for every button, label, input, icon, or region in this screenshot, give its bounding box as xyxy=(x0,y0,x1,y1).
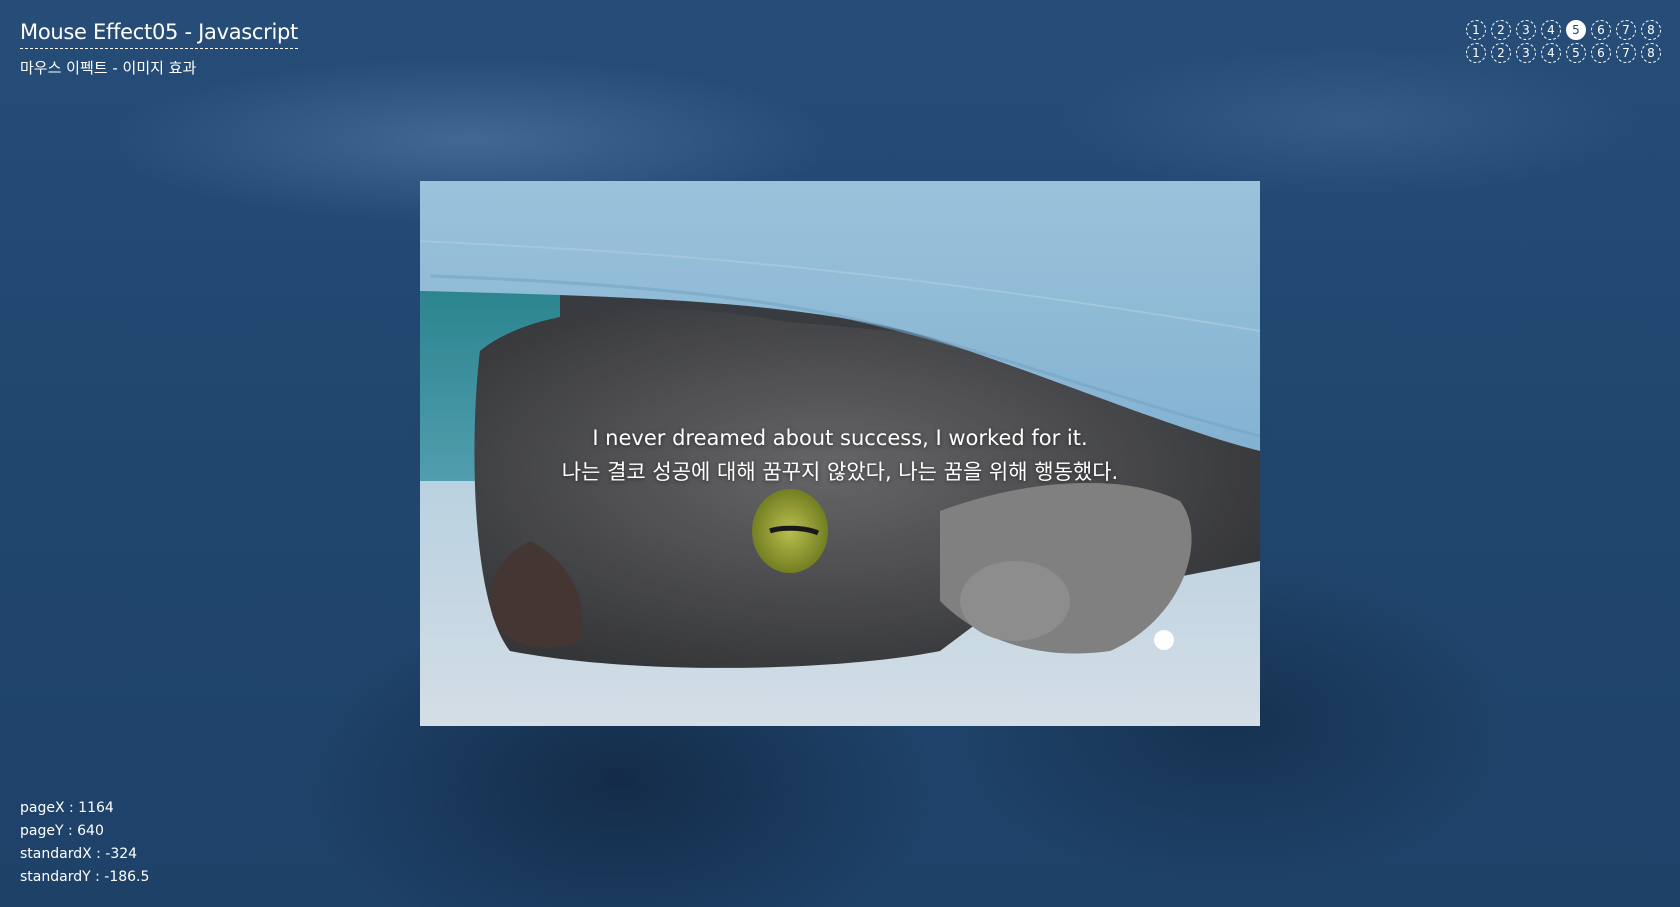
page-link-6[interactable]: 6 xyxy=(1591,43,1611,63)
pagination-row-2: 1 2 3 4 5 6 7 8 xyxy=(1466,43,1661,63)
page-link-1[interactable]: 1 xyxy=(1466,43,1486,63)
page-link-8[interactable]: 8 xyxy=(1641,20,1661,40)
quote-korean: 나는 결코 성공에 대해 꿈꾸지 않았다, 나는 꿈을 위해 행동했다. xyxy=(561,460,1119,484)
mouse-cursor-circle xyxy=(1154,630,1174,650)
header: Mouse Effect05 - Javascript 마우스 이펙트 - 이미… xyxy=(20,20,298,78)
page-link-3[interactable]: 3 xyxy=(1516,20,1536,40)
quote-english: I never dreamed about success, I worked … xyxy=(592,426,1088,450)
image-card[interactable]: I never dreamed about success, I worked … xyxy=(420,181,1260,726)
page-link-3[interactable]: 3 xyxy=(1516,43,1536,63)
page-link-1[interactable]: 1 xyxy=(1466,20,1486,40)
page-link-8[interactable]: 8 xyxy=(1641,43,1661,63)
page-link-5-active[interactable]: 5 xyxy=(1566,20,1586,40)
page-link-7[interactable]: 7 xyxy=(1616,20,1636,40)
mouse-info: pageX : 1164 pageY : 640 standardX : -32… xyxy=(20,797,149,889)
info-pagex: pageX : 1164 xyxy=(20,800,114,816)
page-title: Mouse Effect05 - Javascript xyxy=(20,20,298,49)
pagination-row-1: 1 2 3 4 5 6 7 8 xyxy=(1466,20,1661,40)
page-link-2[interactable]: 2 xyxy=(1491,43,1511,63)
page-link-4[interactable]: 4 xyxy=(1541,20,1561,40)
info-standardx: standardX : -324 xyxy=(20,846,138,862)
page-link-7[interactable]: 7 xyxy=(1616,43,1636,63)
page-subtitle: 마우스 이펙트 - 이미지 효과 xyxy=(20,59,197,77)
page-link-2[interactable]: 2 xyxy=(1491,20,1511,40)
page-link-4[interactable]: 4 xyxy=(1541,43,1561,63)
page-background: Mouse Effect05 - Javascript 마우스 이펙트 - 이미… xyxy=(0,0,1680,907)
quote: I never dreamed about success, I worked … xyxy=(420,421,1260,489)
info-pagey: pageY : 640 xyxy=(20,823,104,839)
page-link-5[interactable]: 5 xyxy=(1566,43,1586,63)
info-standardy: standardY : -186.5 xyxy=(20,869,150,885)
page-link-6[interactable]: 6 xyxy=(1591,20,1611,40)
pagination: 1 2 3 4 5 6 7 8 1 2 3 4 5 6 7 8 xyxy=(1466,20,1661,66)
